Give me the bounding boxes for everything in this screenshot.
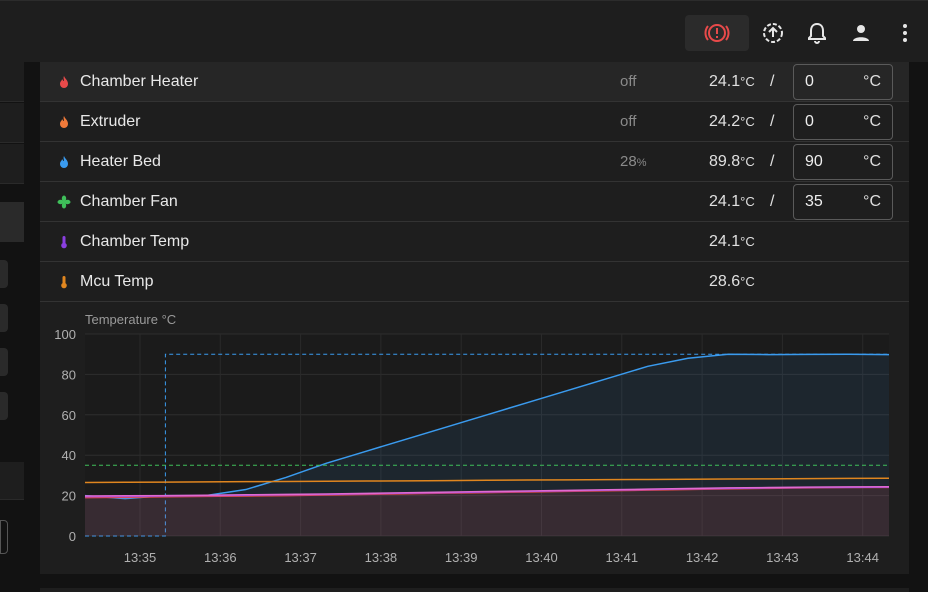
x-tick-label: 13:37: [284, 550, 317, 565]
target-unit: °C: [863, 113, 881, 130]
temperature-chart: Temperature °C 0 20 40 60 80 100 13:35 13:36 13:…: [40, 298, 909, 574]
x-tick-label: 13:36: [204, 550, 237, 565]
sensor-temp: 24.2°C: [709, 112, 755, 130]
account-icon: [853, 25, 869, 41]
thermometer-icon: [57, 275, 71, 289]
more-menu-button[interactable]: [896, 15, 914, 51]
y-tick-label: 60: [62, 408, 76, 423]
target-temp-input[interactable]: 0 °C: [793, 104, 893, 140]
sensor-temp: 28.6°C: [709, 272, 755, 290]
left-panel-control[interactable]: [0, 304, 8, 332]
sensor-name: Chamber Heater: [80, 72, 199, 90]
sensor-row[interactable]: Chamber Fan 24.1°C / 35 °C: [40, 182, 909, 222]
upload-icon: [763, 23, 783, 43]
thermometer-icon: [57, 235, 71, 249]
left-panel-control[interactable]: [0, 392, 8, 420]
x-tick-label: 13:39: [445, 550, 478, 565]
y-tick-label: 0: [69, 529, 76, 544]
target-unit: °C: [863, 193, 881, 210]
left-panel-item[interactable]: [0, 62, 24, 102]
target-temp-input[interactable]: 90 °C: [793, 144, 893, 180]
x-tick-label: 13:40: [525, 550, 558, 565]
chart-title: Temperature °C: [85, 312, 177, 327]
x-tick-label: 13:42: [686, 550, 719, 565]
target-separator: /: [770, 72, 775, 90]
sensor-power: off: [620, 73, 637, 90]
sensor-name: Heater Bed: [80, 152, 161, 170]
sensor-row[interactable]: Chamber Heater off 24.1°C / 0 °C: [40, 62, 909, 102]
x-tick-label: 13:44: [846, 550, 879, 565]
target-unit: °C: [863, 153, 881, 170]
sensor-name: Chamber Temp: [80, 232, 190, 250]
target-separator: /: [770, 192, 775, 210]
account-button[interactable]: [848, 15, 874, 51]
flame-icon: [57, 115, 71, 129]
sensor-temp: 24.1°C: [709, 72, 755, 90]
left-panel-control[interactable]: [0, 260, 8, 288]
target-value: 35: [805, 193, 823, 210]
bell-icon: [808, 22, 826, 44]
x-tick-label: 13:41: [606, 550, 639, 565]
app-toolbar: [0, 0, 928, 62]
y-tick-label: 100: [54, 327, 76, 342]
flame-icon: [57, 155, 71, 169]
flame-icon: [57, 75, 71, 89]
target-value: 0: [805, 73, 814, 90]
temperature-chart-svg: 0 20 40 60 80 100 13:35 13:36 13:37 13:38 13:39 13:…: [54, 327, 890, 565]
left-panel-item[interactable]: [0, 144, 24, 184]
sensor-temp: 24.1°C: [709, 192, 755, 210]
sensor-row[interactable]: Heater Bed 28% 89.8°C / 90 °C: [40, 142, 909, 182]
target-separator: /: [770, 152, 775, 170]
left-panel-control[interactable]: [0, 348, 8, 376]
left-panel-input[interactable]: [0, 520, 8, 554]
sensor-power: off: [620, 113, 637, 130]
sensor-temp: 24.1°C: [709, 232, 755, 250]
sensor-temp: 89.8°C: [709, 152, 755, 170]
target-temp-input[interactable]: 0 °C: [793, 64, 893, 100]
target-temp-input[interactable]: 35 °C: [793, 184, 893, 220]
left-panel-item[interactable]: [0, 202, 24, 242]
target-unit: °C: [863, 73, 881, 90]
sensor-power: 28%: [620, 153, 647, 170]
temperature-card: Chamber Heater off 24.1°C / 0 °C Extruder off 24…: [40, 62, 909, 574]
sensor-row[interactable]: Chamber Temp 24.1°C: [40, 222, 909, 262]
sensor-name: Chamber Fan: [80, 192, 178, 210]
next-card-edge: [40, 588, 909, 592]
y-tick-label: 40: [62, 448, 76, 463]
x-tick-label: 13:43: [766, 550, 799, 565]
left-panel-item[interactable]: [0, 462, 24, 500]
upload-button[interactable]: [760, 15, 786, 51]
notifications-button[interactable]: [804, 15, 830, 51]
x-tick-label: 13:35: [124, 550, 157, 565]
x-tick-label: 13:38: [365, 550, 398, 565]
target-separator: /: [770, 112, 775, 130]
more-vert-icon: [903, 24, 907, 42]
target-value: 0: [805, 113, 814, 130]
left-panel-edge: [0, 62, 24, 592]
left-panel-item[interactable]: [0, 103, 24, 143]
emergency-stop-icon: [704, 24, 730, 42]
sensor-name: Mcu Temp: [80, 272, 154, 290]
emergency-stop-button[interactable]: [685, 15, 749, 51]
sensor-row[interactable]: Mcu Temp 28.6°C: [40, 262, 909, 302]
sensor-row[interactable]: Extruder off 24.2°C / 0 °C: [40, 102, 909, 142]
y-tick-label: 80: [62, 367, 76, 382]
y-tick-label: 20: [62, 489, 76, 504]
sensor-name: Extruder: [80, 112, 141, 130]
target-value: 90: [805, 153, 823, 170]
fan-icon: [57, 195, 71, 209]
